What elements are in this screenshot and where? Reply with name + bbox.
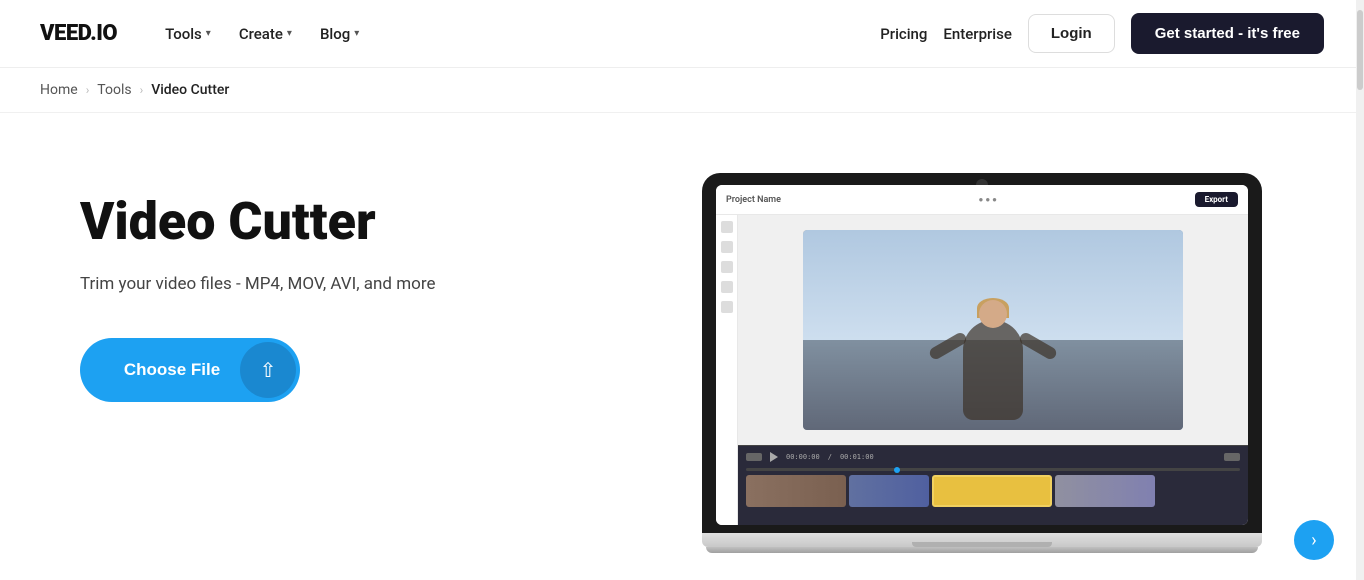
person-figure [963, 320, 1023, 420]
nav-tools[interactable]: Tools ▾ [153, 17, 223, 51]
tl-track-1 [746, 475, 846, 507]
laptop-screen-outer: Project Name ● ● ● Export [702, 173, 1262, 533]
tl-play-icon[interactable] [770, 452, 778, 462]
laptop-screen: Project Name ● ● ● Export [716, 185, 1248, 525]
nav-pricing[interactable]: Pricing [880, 25, 927, 43]
laptop: Project Name ● ● ● Export [702, 173, 1262, 553]
chevron-down-icon: › [1311, 530, 1316, 551]
choose-file-label: Choose File [80, 360, 236, 380]
nav-links: Tools ▾ Create ▾ Blog ▾ [153, 17, 880, 51]
editor-timeline: 00:00:00 / 00:01:00 [738, 445, 1248, 525]
editor-video-preview [803, 230, 1183, 430]
editor-topbar-center: ● ● ● [979, 195, 997, 204]
editor-export-button[interactable]: Export [1195, 192, 1238, 207]
create-chevron-icon: ▾ [287, 28, 292, 39]
tl-time-sep: / [828, 453, 832, 461]
page-subtitle: Trim your video files - MP4, MOV, AVI, a… [80, 274, 600, 294]
tl-track-2 [849, 475, 929, 507]
editor-main: 00:00:00 / 00:01:00 [738, 215, 1248, 525]
editor-sidebar-icon-5 [721, 301, 733, 313]
tl-track-4 [1055, 475, 1155, 507]
breadcrumb-current: Video Cutter [151, 82, 229, 98]
tl-tracks [746, 475, 1240, 507]
editor-sidebar-icon-2 [721, 241, 733, 253]
editor-sidebar-icon-3 [721, 261, 733, 273]
tl-vol-icon[interactable] [1224, 453, 1240, 461]
timeline-controls: 00:00:00 / 00:01:00 [746, 452, 1240, 462]
hero-left: Video Cutter Trim your video files - MP4… [80, 173, 600, 402]
editor-topbar: Project Name ● ● ● Export [716, 185, 1248, 215]
get-started-button[interactable]: Get started - it's free [1131, 13, 1324, 54]
nav-enterprise[interactable]: Enterprise [943, 25, 1011, 43]
figure-body [963, 320, 1023, 420]
logo[interactable]: VEED.IO [40, 21, 117, 46]
scroll-down-button[interactable]: › [1294, 520, 1334, 560]
upload-icon-circle: ⇧ [240, 342, 296, 398]
breadcrumb-sep-1: › [86, 83, 90, 97]
breadcrumb-home[interactable]: Home [40, 82, 78, 98]
scrollbar[interactable] [1356, 0, 1364, 580]
editor-sidebar-icon-4 [721, 281, 733, 293]
page-title: Video Cutter [80, 193, 600, 250]
breadcrumb-sep-2: › [140, 83, 144, 97]
editor-sidebar [716, 215, 738, 525]
tools-chevron-icon: ▾ [206, 28, 211, 39]
navbar: VEED.IO Tools ▾ Create ▾ Blog ▾ Pricing … [0, 0, 1364, 68]
laptop-illustration: Project Name ● ● ● Export [640, 173, 1324, 553]
nav-blog[interactable]: Blog ▾ [308, 17, 371, 51]
upload-icon: ⇧ [260, 358, 277, 383]
editor-body: 00:00:00 / 00:01:00 [716, 215, 1248, 525]
tl-time-total: 00:01:00 [840, 453, 874, 461]
scrollbar-thumb [1357, 10, 1363, 90]
laptop-base [702, 533, 1262, 547]
editor-ui: Project Name ● ● ● Export [716, 185, 1248, 525]
blog-chevron-icon: ▾ [354, 28, 359, 39]
tl-scrubber-head [894, 467, 900, 473]
tl-rewind-icon[interactable] [746, 453, 762, 461]
laptop-foot [706, 547, 1258, 553]
nav-create[interactable]: Create ▾ [227, 17, 304, 51]
breadcrumb: Home › Tools › Video Cutter [0, 68, 1364, 113]
tl-track-3-selected[interactable] [932, 475, 1052, 507]
choose-file-button[interactable]: Choose File ⇧ [80, 338, 300, 402]
nav-create-label: Create [239, 25, 283, 43]
figure-head [979, 300, 1007, 328]
nav-tools-label: Tools [165, 25, 202, 43]
nav-blog-label: Blog [320, 25, 350, 43]
main-content: Video Cutter Trim your video files - MP4… [0, 113, 1364, 578]
nav-right: Pricing Enterprise Login Get started - i… [880, 13, 1324, 54]
editor-sidebar-icon-1 [721, 221, 733, 233]
tl-scrubber[interactable] [746, 468, 1240, 471]
breadcrumb-tools[interactable]: Tools [97, 82, 131, 98]
editor-project-name: Project Name [726, 195, 781, 205]
editor-video-area [738, 215, 1248, 445]
tl-time-current: 00:00:00 [786, 453, 820, 461]
login-button[interactable]: Login [1028, 14, 1115, 53]
